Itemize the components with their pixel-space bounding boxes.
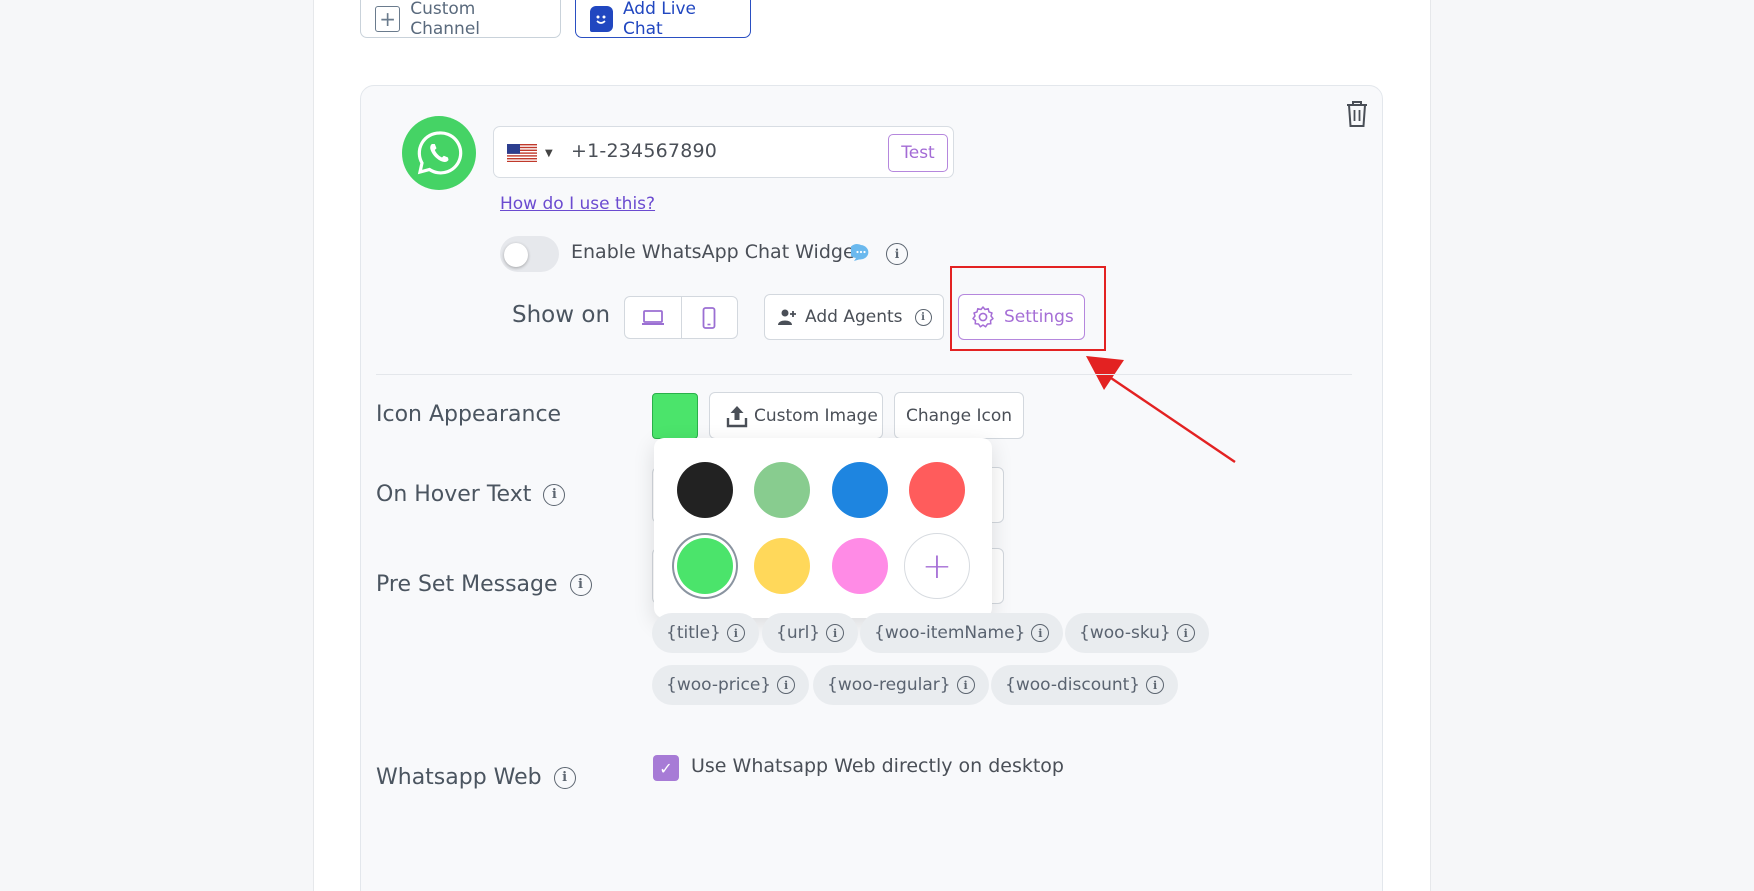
show-on-label: Show on	[512, 302, 611, 328]
on-hover-text-label: On Hover Text i	[376, 482, 566, 507]
info-icon[interactable]: i	[1031, 624, 1050, 642]
color-option-pink[interactable]	[832, 538, 888, 594]
gear-icon	[972, 306, 994, 328]
tag-url[interactable]: {url} i	[762, 613, 859, 653]
pre-set-message-text: Pre Set Message	[376, 572, 558, 597]
current-color-swatch[interactable]	[652, 393, 698, 439]
widget-toggle-label: Enable WhatsApp Chat Widget	[571, 241, 863, 263]
country-dropdown-caret-icon[interactable]: ▼	[545, 148, 553, 159]
custom-image-button[interactable]: Custom Image	[709, 392, 883, 439]
device-toggle-group	[624, 296, 738, 339]
tag-woo-regular[interactable]: {woo-regular} i	[813, 665, 989, 705]
custom-image-label: Custom Image	[754, 405, 878, 426]
info-icon[interactable]: i	[777, 676, 796, 694]
tag-label: {woo-itemName}	[874, 623, 1026, 643]
plus-icon: +	[375, 5, 401, 32]
tag-woo-discount[interactable]: {woo-discount} i	[991, 665, 1179, 705]
info-icon[interactable]: i	[914, 308, 932, 326]
color-option-green-selected[interactable]	[677, 538, 733, 594]
test-button[interactable]: Test	[888, 134, 948, 172]
whatsapp-web-text: Whatsapp Web	[376, 765, 542, 790]
tag-woo-price[interactable]: {woo-price} i	[652, 665, 810, 705]
info-icon[interactable]: i	[826, 624, 845, 642]
info-icon[interactable]: i	[553, 766, 576, 789]
chat-bubble-icon	[848, 243, 871, 267]
upload-icon	[726, 405, 748, 427]
on-hover-text-text: On Hover Text	[376, 482, 532, 507]
whatsapp-web-label: Whatsapp Web i	[376, 765, 576, 790]
tag-label: {woo-discount}	[1005, 675, 1141, 695]
phone-number-field: ▼ +1-234567890 Test	[493, 126, 954, 178]
how-to-use-link[interactable]: How do I use this?	[500, 194, 655, 214]
color-option-yellow[interactable]	[754, 538, 810, 594]
color-option-red[interactable]	[909, 462, 965, 518]
tag-label: {woo-sku}	[1079, 623, 1171, 643]
add-agents-label: Add Agents	[805, 307, 903, 327]
icon-appearance-text: Icon Appearance	[376, 402, 562, 427]
tag-label: {woo-regular}	[827, 675, 951, 695]
info-icon[interactable]: i	[726, 624, 745, 642]
toggle-knob	[504, 243, 528, 267]
icon-appearance-label: Icon Appearance	[376, 402, 561, 427]
info-icon[interactable]: i	[569, 573, 592, 596]
tag-label: {woo-price}	[666, 675, 772, 695]
custom-channel-button[interactable]: + Custom Channel	[360, 0, 561, 39]
tag-woo-sku[interactable]: {woo-sku} i	[1065, 613, 1209, 653]
info-icon[interactable]: i	[886, 243, 908, 265]
tag-title[interactable]: {title} i	[652, 613, 759, 653]
section-divider	[376, 374, 1352, 375]
add-live-chat-button[interactable]: Add Live Chat	[575, 0, 751, 39]
custom-channel-label: Custom Channel	[410, 0, 481, 39]
add-color-button[interactable]: +	[904, 533, 970, 599]
info-icon[interactable]: i	[1146, 676, 1165, 694]
change-icon-button[interactable]: Change Icon	[894, 392, 1024, 439]
mobile-icon[interactable]	[680, 297, 738, 338]
live-chat-icon	[590, 5, 613, 32]
tag-woo-itemname[interactable]: {woo-itemName} i	[860, 613, 1064, 653]
whatsapp-logo-icon	[402, 116, 476, 190]
desktop-icon[interactable]	[625, 297, 681, 338]
us-flag-icon[interactable]	[507, 144, 537, 162]
phone-input[interactable]: +1-234567890	[571, 140, 717, 162]
pre-set-message-label: Pre Set Message i	[376, 572, 592, 597]
whatsapp-web-checkbox[interactable]: ✓	[653, 755, 679, 781]
color-option-light-green[interactable]	[754, 462, 810, 518]
add-live-chat-label: Add Live Chat	[622, 0, 696, 39]
info-icon[interactable]: i	[543, 483, 566, 506]
widget-toggle[interactable]	[500, 236, 559, 272]
tag-label: {url}	[776, 623, 821, 643]
add-agents-button[interactable]: Add Agents i	[764, 294, 944, 340]
add-user-icon	[778, 309, 796, 325]
settings-button[interactable]: Settings	[958, 294, 1085, 340]
whatsapp-web-checkbox-label: Use Whatsapp Web directly on desktop	[691, 755, 1064, 777]
info-icon[interactable]: i	[1176, 624, 1195, 642]
color-option-blue[interactable]	[832, 462, 888, 518]
color-picker-popup: +	[654, 438, 992, 618]
info-icon[interactable]: i	[956, 676, 975, 694]
trash-icon[interactable]	[1345, 100, 1369, 128]
tag-label: {title}	[666, 623, 721, 643]
settings-label: Settings	[1004, 307, 1074, 327]
color-option-black[interactable]	[677, 462, 733, 518]
